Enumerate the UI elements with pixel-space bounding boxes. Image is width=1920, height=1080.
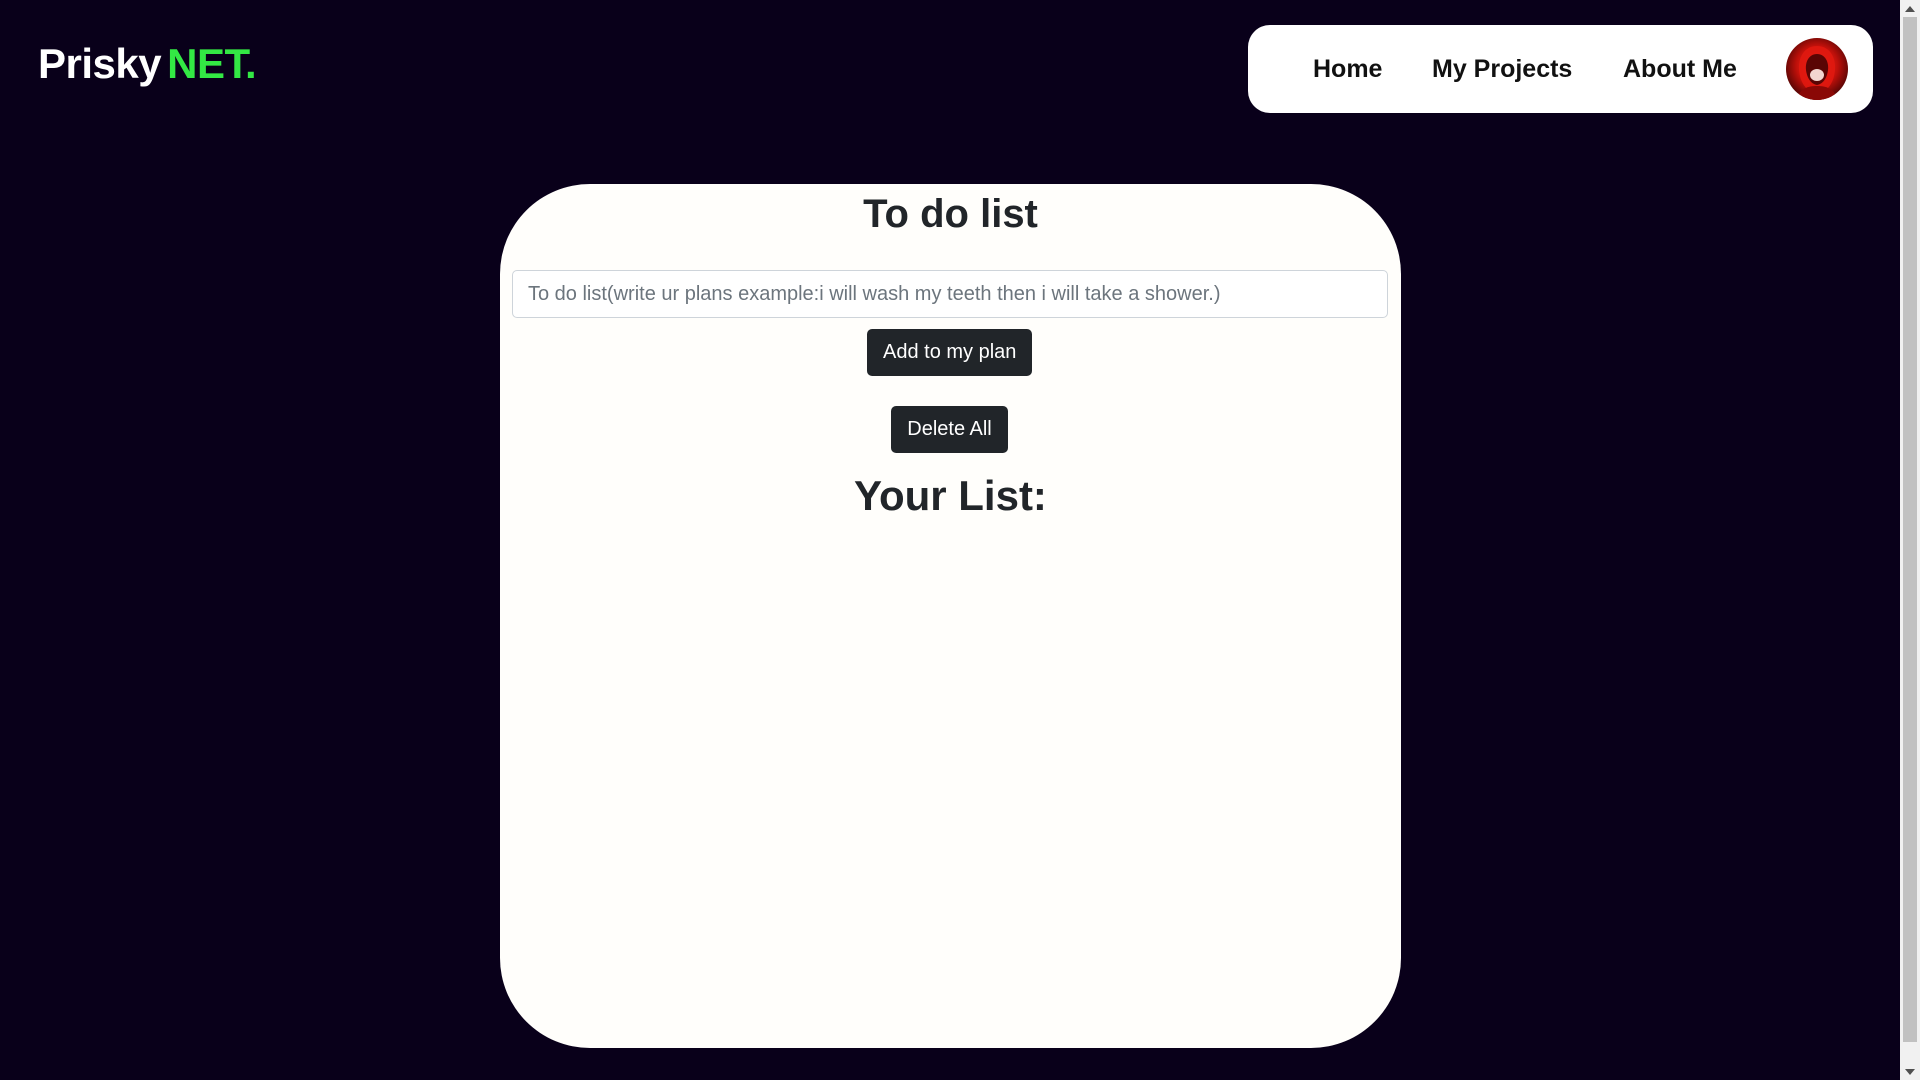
logo-accent-text: NET. [167, 40, 257, 87]
todo-card: To do list Add to my plan Delete All You… [500, 184, 1401, 1048]
scroll-up-arrow-icon[interactable] [1900, 0, 1920, 17]
site-logo[interactable]: Prisky NET. [38, 40, 257, 88]
your-list-heading: Your List: [854, 472, 1047, 519]
add-to-plan-button[interactable]: Add to my plan [867, 329, 1032, 376]
todo-input[interactable] [512, 270, 1388, 318]
logo-text: Prisky [38, 40, 162, 87]
todo-list [540, 544, 1360, 984]
nav-link-about-me[interactable]: About Me [1623, 25, 1737, 113]
top-navigation: Home My Projects About Me [1248, 25, 1873, 113]
page: Prisky NET. Home My Projects About Me To… [0, 0, 1920, 1080]
scroll-down-arrow-icon[interactable] [1900, 1063, 1920, 1080]
scrollbar-thumb[interactable] [1903, 17, 1917, 1042]
profile-avatar-icon[interactable] [1786, 38, 1848, 100]
nav-link-home[interactable]: Home [1313, 25, 1382, 113]
avatar-image [1786, 38, 1848, 100]
todo-title: To do list [863, 192, 1038, 236]
vertical-scrollbar[interactable] [1900, 0, 1920, 1080]
delete-all-button[interactable]: Delete All [891, 406, 1008, 453]
nav-link-my-projects[interactable]: My Projects [1432, 25, 1572, 113]
